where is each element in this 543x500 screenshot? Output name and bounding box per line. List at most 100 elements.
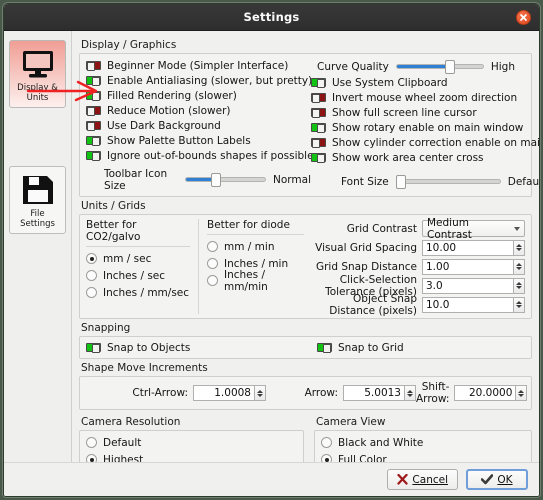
toggle-full-screen-line-cursor[interactable] — [311, 108, 326, 118]
slider-row-font-size: Font Size Default — [311, 173, 539, 190]
toggle-row-show-palette-button-labels[interactable]: Show Palette Button Labels — [86, 133, 311, 148]
object-snap-distance-input[interactable]: 10.0 — [422, 296, 514, 313]
toggle-show-cylinder-correction[interactable] — [311, 138, 326, 148]
grid-snap-distance-input[interactable]: 1.00 — [422, 258, 514, 275]
display-left-column: Beginner Mode (Simpler Interface) Enable… — [86, 58, 314, 192]
ok-button[interactable]: OK — [466, 469, 528, 490]
radio-inches-sec[interactable] — [86, 270, 97, 281]
grid-snap-distance-stepper[interactable] — [514, 258, 525, 275]
ctrl-arrow-stepper[interactable] — [255, 385, 266, 401]
section-title-camera-view: Camera View — [316, 416, 386, 428]
sidebar-item-display-units[interactable]: Display & Units — [9, 40, 66, 108]
toggle-beginner-mode[interactable] — [86, 61, 101, 71]
click-selection-tolerance-input[interactable]: 3.0 — [422, 277, 514, 294]
toggle-enable-antialiasing[interactable] — [86, 76, 101, 86]
radio-row-mm-sec[interactable]: mm / sec — [86, 250, 190, 267]
radio-row-camera-default[interactable]: Default — [86, 434, 297, 451]
toggle-row-show-work-area-center-cross[interactable]: Show work area center cross — [311, 150, 539, 165]
group-better-for-co2: Better for CO2/galvo mm / sec Inches / s… — [86, 219, 190, 314]
toggle-snap-to-objects[interactable] — [86, 343, 101, 353]
toggle-show-palette-button-labels[interactable] — [86, 136, 101, 146]
radio-inches-mm-min[interactable] — [207, 275, 218, 286]
red-x-icon — [397, 474, 409, 485]
visual-grid-spacing-input[interactable]: 10.00 — [422, 239, 514, 256]
toggle-row-enable-antialiasing[interactable]: Enable Antialiasing (slower, but pretty) — [86, 73, 313, 88]
radio-camera-default[interactable] — [86, 437, 97, 448]
group-header: Better for diode — [207, 219, 304, 235]
toggle-filled-rendering[interactable] — [86, 91, 101, 101]
font-size-slider[interactable] — [395, 175, 501, 189]
toggle-row-invert-mouse-wheel[interactable]: Invert mouse wheel zoom direction — [311, 90, 539, 105]
toggle-row-snap-to-objects[interactable]: Snap to Objects — [86, 340, 311, 355]
radio-row-inches-mm-sec[interactable]: Inches / mm/sec — [86, 284, 190, 301]
section-title-display-graphics: Display / Graphics — [81, 39, 177, 51]
radio-inches-min[interactable] — [207, 258, 218, 269]
chevron-down-icon — [514, 226, 520, 231]
arrow-stepper[interactable] — [405, 385, 416, 401]
ok-button-label: OK — [497, 473, 513, 486]
toggle-label: Enable Antialiasing (slower, but pretty) — [107, 74, 313, 87]
field-label: Visual Grid Spacing — [315, 241, 417, 254]
toggle-label: Show Palette Button Labels — [107, 134, 251, 147]
toggle-label: Use System Clipboard — [332, 76, 448, 89]
toggle-row-snap-to-grid[interactable]: Snap to Grid — [311, 340, 404, 355]
radio-row-black-and-white[interactable]: Black and White — [321, 434, 525, 451]
radio-black-and-white[interactable] — [321, 437, 332, 448]
curve-quality-slider[interactable] — [395, 60, 484, 74]
toolbar-icon-size-slider[interactable] — [184, 173, 266, 187]
shift-arrow-stepper[interactable] — [516, 385, 528, 401]
toggle-snap-to-grid[interactable] — [317, 343, 332, 353]
slider-value: Default — [507, 175, 539, 188]
radio-row-mm-min[interactable]: mm / min — [207, 238, 304, 255]
radio-row-camera-highest[interactable]: Highest — [86, 451, 297, 462]
toggle-row-show-cylinder-correction[interactable]: Show cylinder correction enable on main … — [311, 135, 539, 150]
monitor-icon — [21, 46, 55, 82]
radio-inches-mm-sec[interactable] — [86, 287, 97, 298]
visual-grid-spacing-stepper[interactable] — [514, 239, 525, 256]
toggle-row-use-system-clipboard[interactable]: Use System Clipboard — [311, 75, 539, 90]
radio-full-color[interactable] — [321, 454, 332, 462]
toggle-invert-mouse-wheel[interactable] — [311, 93, 326, 103]
radio-label: Highest — [103, 453, 144, 463]
sidebar-item-file-settings[interactable]: File Settings — [9, 166, 66, 234]
radio-mm-min[interactable] — [207, 241, 218, 252]
settings-dialog: Settings Display & Units File Settings D… — [3, 3, 540, 497]
field-row-grid-contrast: Grid Contrast Medium Contrast — [304, 217, 525, 241]
cancel-button[interactable]: Cancel — [387, 469, 458, 490]
slider-value: High — [490, 60, 515, 73]
toggle-row-reduce-motion[interactable]: Reduce Motion (slower) — [86, 103, 311, 118]
toggle-show-work-area-center-cross[interactable] — [311, 153, 326, 163]
shift-arrow-input[interactable]: 20.0000 — [454, 385, 517, 401]
toggle-row-use-dark-background[interactable]: Use Dark Background — [86, 118, 311, 133]
toggle-use-system-clipboard[interactable] — [311, 78, 326, 88]
radio-row-full-color[interactable]: Full Color — [321, 451, 525, 462]
toggle-row-filled-rendering[interactable]: Filled Rendering (slower) — [86, 88, 311, 103]
field-label: Grid Contrast — [346, 222, 417, 235]
toggle-reduce-motion[interactable] — [86, 106, 101, 116]
page-title: Settings — [243, 10, 300, 24]
toggle-ignore-out-of-bounds[interactable] — [86, 151, 101, 161]
section-title-snapping: Snapping — [81, 322, 131, 334]
grid-contrast-select[interactable]: Medium Contrast — [422, 217, 525, 241]
toggle-label: Show cylinder correction enable on main … — [332, 136, 539, 149]
radio-row-inches-sec[interactable]: Inches / sec — [86, 267, 190, 284]
arrow-input[interactable]: 5.0013 — [343, 385, 405, 401]
toggle-show-rotary-enable[interactable] — [311, 123, 326, 133]
click-selection-tolerance-stepper[interactable] — [514, 277, 525, 294]
toggle-row-ignore-out-of-bounds[interactable]: Ignore out-of-bounds shapes if possible — [86, 148, 314, 163]
radio-camera-highest[interactable] — [86, 454, 97, 462]
field-row-visual-grid-spacing: Visual Grid Spacing 10.00 — [304, 238, 525, 257]
radio-row-inches-mm-min[interactable]: Inches / mm/min — [207, 269, 304, 293]
toggle-row-show-rotary-enable[interactable]: Show rotary enable on main window — [311, 120, 539, 135]
group-header: Better for CO2/galvo — [86, 219, 190, 247]
toggle-use-dark-background[interactable] — [86, 121, 101, 131]
toggle-label: Show work area center cross — [332, 151, 484, 164]
object-snap-distance-stepper[interactable] — [514, 296, 525, 313]
toggle-row-full-screen-line-cursor[interactable]: Show full screen line cursor — [311, 105, 539, 120]
radio-mm-sec[interactable] — [86, 253, 97, 264]
field-row-object-snap-distance: Object Snap Distance (pixels) 10.0 — [304, 292, 525, 317]
toggle-row-beginner-mode[interactable]: Beginner Mode (Simpler Interface) — [86, 58, 311, 73]
close-icon[interactable] — [516, 10, 531, 25]
ctrl-arrow-input[interactable]: 1.0008 — [193, 385, 255, 401]
field-label: Object Snap Distance (pixels) — [329, 292, 417, 317]
